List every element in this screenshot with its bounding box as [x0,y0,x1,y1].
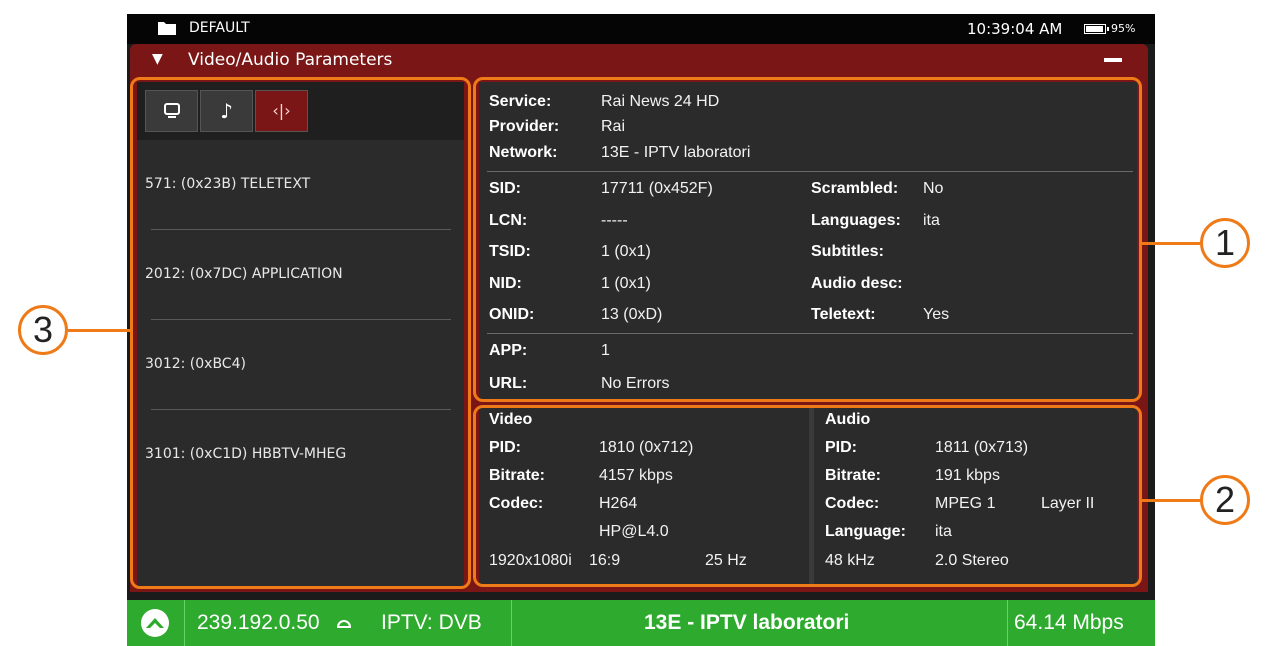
callout-outline-3 [130,77,471,589]
callout-1: 1 [1200,218,1250,268]
battery-icon [1084,24,1109,34]
bottom-status-bar: 239.192.0.50 IPTV: DVB 13E - IPTV labora… [127,600,1155,646]
profile-name: DEFAULT [189,20,250,36]
total-bitrate: 64.14 Mbps [1014,611,1124,634]
network-name: 13E - IPTV laboratori [644,611,850,634]
callout-line-2 [1142,499,1200,502]
callout-outline-2 [473,405,1142,587]
signal-icon [335,613,353,635]
logo-segment[interactable] [127,600,185,646]
bitrate-segment[interactable]: 64.14 Mbps [1008,600,1155,646]
ip-address: 239.192.0.50 [197,611,320,634]
mountain-logo-icon [141,609,169,637]
status-bar: DEFAULT 10:39:04 AM 95% [127,14,1155,44]
callout-3: 3 [18,305,68,355]
callout-2: 2 [1200,475,1250,525]
network-segment[interactable]: 13E - IPTV laboratori [512,600,1008,646]
minus-icon[interactable] [1104,58,1122,62]
triangle-down-icon[interactable]: ▼ [152,51,163,67]
battery-percent: 95% [1111,22,1136,35]
iptv-mode: IPTV: DVB [381,611,482,634]
callout-line-3 [68,329,130,332]
panel-title: Video/Audio Parameters [188,50,393,70]
input-segment[interactable]: 239.192.0.50 IPTV: DVB [185,600,512,646]
panel-header[interactable]: ▼ Video/Audio Parameters [130,44,1148,74]
callout-outline-1 [473,77,1142,402]
callout-line-1 [1142,242,1200,245]
folder-icon [157,20,177,40]
clock: 10:39:04 AM [967,20,1063,38]
